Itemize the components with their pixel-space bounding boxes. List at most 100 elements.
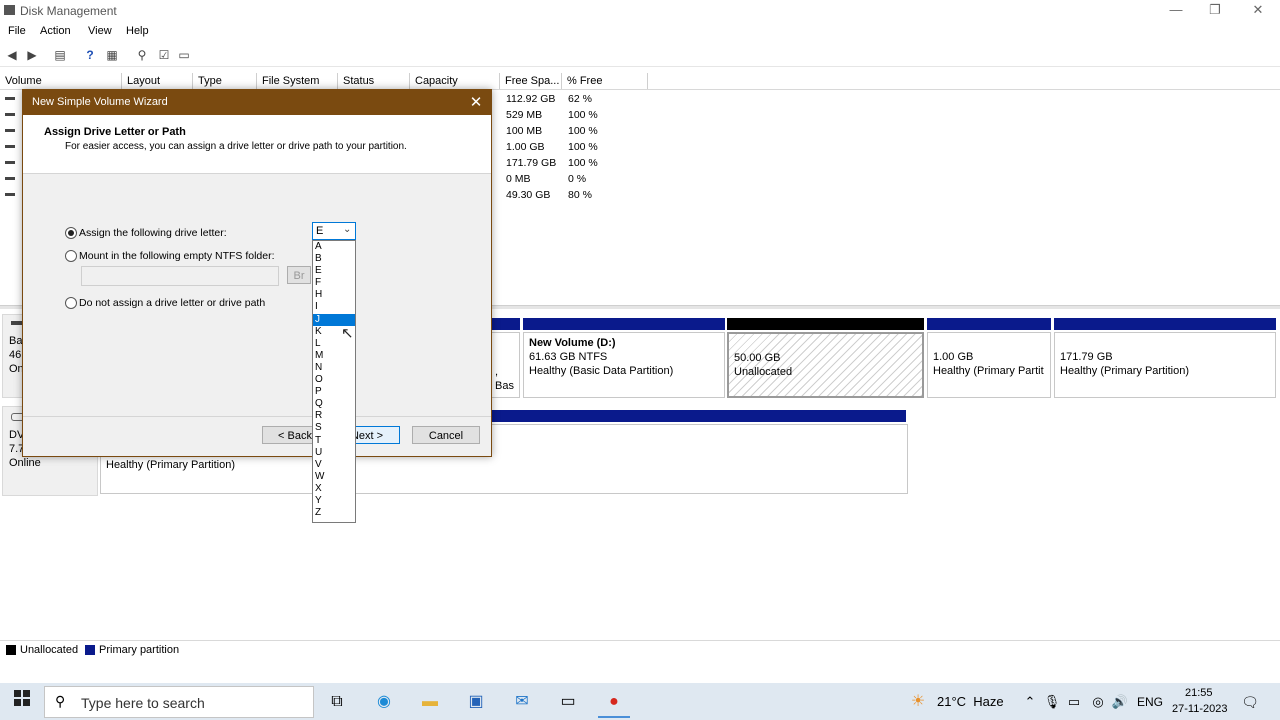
- drive-letter-option[interactable]: O: [313, 374, 355, 386]
- radio-no-letter-label[interactable]: Do not assign a drive letter or drive pa…: [79, 297, 265, 309]
- col-type[interactable]: Type: [193, 73, 257, 89]
- network-icon[interactable]: ◎: [1086, 690, 1110, 714]
- disk-management-icon[interactable]: ▭: [556, 690, 580, 714]
- clock-time[interactable]: 21:55: [1185, 687, 1213, 699]
- menu-file[interactable]: File: [8, 25, 26, 37]
- percent-free-cell: 80 %: [568, 189, 592, 201]
- drive-letter-list[interactable]: ABEFHIJKLMNOPQRSTUVWXYZ: [312, 240, 356, 523]
- drive-letter-option[interactable]: T: [313, 435, 355, 447]
- drive-letter-option[interactable]: H: [313, 289, 355, 301]
- drive-letter-option[interactable]: N: [313, 362, 355, 374]
- connect-icon[interactable]: ⚲: [134, 47, 150, 63]
- drive-letter-option[interactable]: F: [313, 277, 355, 289]
- col-free-space[interactable]: Free Spa...: [500, 73, 562, 89]
- wizard-close-icon[interactable]: ✕: [467, 93, 485, 111]
- volume-icon[interactable]: 🔊: [1108, 690, 1132, 714]
- taskbar-search-box[interactable]: ⚲ Type here to search: [44, 686, 314, 718]
- search-icon: ⚲: [55, 693, 66, 709]
- partition-1gb[interactable]: 1.00 GB Healthy (Primary Partit: [927, 332, 1051, 398]
- partition-text: , Bas: [495, 366, 514, 392]
- dvd-volume-icon: [5, 177, 15, 180]
- drive-letter-option[interactable]: U: [313, 447, 355, 459]
- menu-view[interactable]: View: [88, 25, 112, 37]
- volume-icon: [5, 193, 15, 196]
- drive-letter-option[interactable]: X: [313, 483, 355, 495]
- menu-bar: File Action View Help: [0, 23, 1280, 41]
- folder-path-input[interactable]: [81, 266, 279, 286]
- task-view-icon[interactable]: ⧉: [325, 690, 349, 714]
- wizard-title-bar[interactable]: New Simple Volume Wizard ✕: [23, 90, 491, 115]
- store-icon[interactable]: ▣: [464, 690, 488, 714]
- minimize-button[interactable]: —: [1166, 2, 1186, 18]
- microphone-icon[interactable]: 🎙: [1040, 690, 1064, 714]
- properties-icon[interactable]: ▦: [104, 47, 120, 63]
- mail-icon[interactable]: ✉: [510, 690, 534, 714]
- free-space-cell: 529 MB: [506, 109, 543, 121]
- drive-letter-option[interactable]: Y: [313, 495, 355, 507]
- drive-letter-option[interactable]: B: [313, 253, 355, 265]
- windows-start-icon[interactable]: [10, 690, 34, 714]
- drive-letter-option[interactable]: M: [313, 350, 355, 362]
- drive-letter-option[interactable]: Z: [313, 507, 355, 519]
- partition-status: Healthy (Primary Partit: [933, 365, 1044, 377]
- partition-171gb[interactable]: 171.79 GB Healthy (Primary Partition): [1054, 332, 1276, 398]
- drive-letter-option[interactable]: S: [313, 422, 355, 434]
- clock-date[interactable]: 27-11-2023: [1172, 703, 1227, 715]
- drive-letter-option[interactable]: P: [313, 386, 355, 398]
- weather-text[interactable]: 21°C Haze: [937, 694, 1004, 709]
- col-layout[interactable]: Layout: [122, 73, 193, 89]
- chevron-down-icon: ⌄: [343, 224, 352, 235]
- close-button[interactable]: ✕: [1248, 2, 1268, 18]
- drive-letter-option[interactable]: Q: [313, 398, 355, 410]
- chevron-up-icon[interactable]: ⌃: [1018, 690, 1042, 714]
- partition-d[interactable]: New Volume (D:) 61.63 GB NTFS Healthy (B…: [523, 332, 725, 398]
- view-icon[interactable]: ▭: [176, 47, 192, 63]
- radio-assign-letter-label[interactable]: Assign the following drive letter:: [79, 227, 227, 239]
- menu-help[interactable]: Help: [126, 25, 149, 37]
- volume-icon: [5, 113, 15, 116]
- partition-unallocated[interactable]: 50.00 GB Unallocated: [727, 332, 924, 398]
- drive-letter-option[interactable]: E: [313, 265, 355, 277]
- cancel-button[interactable]: Cancel: [412, 426, 480, 444]
- free-space-cell: 112.92 GB: [506, 93, 556, 105]
- radio-mount-folder[interactable]: [65, 250, 77, 262]
- partition-size: 1.00 GB: [933, 351, 974, 363]
- toolbar: ◀ ▶ ▤ ? ▦ ⚲ ☑ ▭: [0, 44, 1280, 67]
- help-icon[interactable]: ?: [82, 47, 98, 63]
- dvd-status: Online: [9, 457, 41, 469]
- drive-letter-option[interactable]: A: [313, 241, 355, 253]
- notifications-icon[interactable]: 🗨: [1238, 690, 1262, 714]
- col-capacity[interactable]: Capacity: [410, 73, 500, 89]
- col-file-system[interactable]: File System: [257, 73, 338, 89]
- drive-letter-option[interactable]: R: [313, 410, 355, 422]
- edge-browser-icon[interactable]: ◉: [372, 690, 396, 714]
- col-percent-free[interactable]: % Free: [562, 73, 648, 89]
- menu-action[interactable]: Action: [40, 25, 71, 37]
- col-status[interactable]: Status: [338, 73, 410, 89]
- drive-letter-select[interactable]: E ⌄: [312, 222, 356, 240]
- radio-mount-folder-label[interactable]: Mount in the following empty NTFS folder…: [79, 250, 275, 262]
- col-volume[interactable]: Volume: [0, 73, 122, 89]
- recorder-icon[interactable]: ●: [602, 690, 626, 714]
- radio-no-letter[interactable]: [65, 297, 77, 309]
- browse-button[interactable]: Br: [287, 266, 311, 284]
- radio-assign-letter[interactable]: [65, 227, 77, 239]
- unallocated-swatch: [6, 645, 16, 655]
- volume-list-header: Volume Layout Type File System Status Ca…: [0, 73, 1280, 90]
- drive-letter-option[interactable]: W: [313, 471, 355, 483]
- drive-letter-option[interactable]: V: [313, 459, 355, 471]
- partition-block[interactable]: , Bas: [490, 332, 520, 398]
- forward-arrow-icon[interactable]: ▶: [24, 47, 40, 63]
- file-explorer-icon[interactable]: ▬: [418, 690, 442, 714]
- back-arrow-icon[interactable]: ◀: [4, 47, 20, 63]
- language-indicator[interactable]: ENG: [1137, 695, 1163, 709]
- maximize-button[interactable]: ❐: [1205, 2, 1225, 18]
- battery-icon[interactable]: ▭: [1062, 690, 1086, 714]
- drive-letter-option[interactable]: I: [313, 301, 355, 313]
- volume-icon: [5, 145, 15, 148]
- console-tree-icon[interactable]: ▤: [52, 47, 68, 63]
- free-space-cell: 100 MB: [506, 125, 543, 137]
- partition-status: Healthy (Primary Partition): [106, 459, 235, 471]
- weather-icon[interactable]: ☀: [906, 690, 930, 714]
- checklist-icon[interactable]: ☑: [156, 47, 172, 63]
